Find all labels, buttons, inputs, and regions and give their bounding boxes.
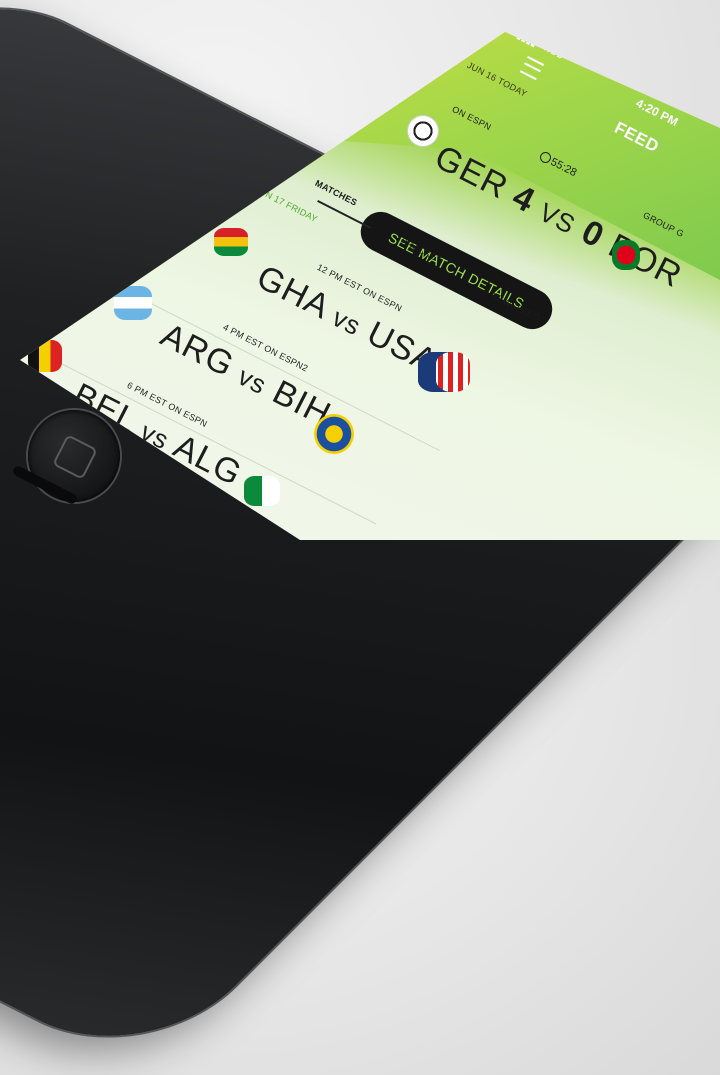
germany-crest-icon [408, 116, 438, 146]
score-vs: VS [534, 196, 581, 241]
featured-hero [20, 32, 720, 360]
away-score: 0 [575, 212, 611, 256]
algeria-crest-icon [244, 476, 280, 506]
schedule-date: JUN 17 FRIDAY [253, 184, 320, 225]
clock-icon [540, 152, 551, 163]
match-vs: vs [135, 416, 175, 456]
bosnia-crest-icon [314, 414, 354, 454]
usa-crest-icon [418, 352, 470, 392]
match-vs: vs [327, 302, 367, 342]
tab-matches-underline [317, 200, 372, 230]
screen: ▮▮▮▮ WDD 4:20 PM FEED JUN 16 TODAY ON ES… [0, 0, 720, 540]
match-vs: vs [233, 360, 272, 401]
app-background: ▮▮▮▮ WDD 4:20 PM FEED JUN 16 TODAY ON ES… [20, 32, 720, 540]
portugal-crest-icon [612, 240, 640, 270]
home-score: 4 [506, 177, 542, 221]
belgium-crest-icon [28, 340, 62, 372]
ghana-crest-icon [214, 228, 248, 256]
argentina-crest-icon [114, 286, 152, 320]
